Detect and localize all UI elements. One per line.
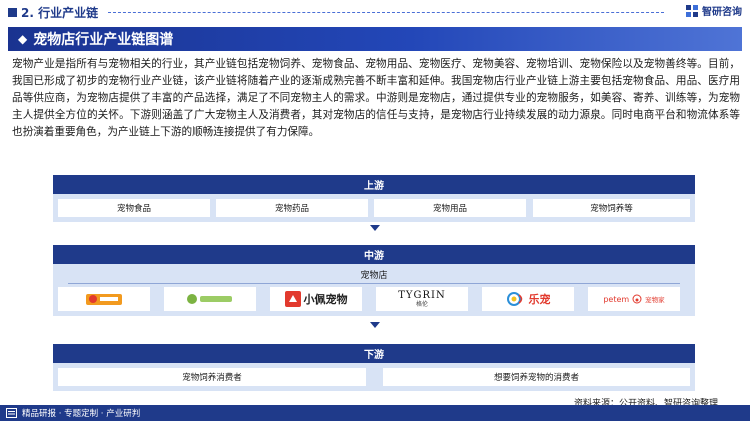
downstream-label: 下游 [364, 350, 384, 361]
petem-logo-subtext: 宠物家 [645, 296, 665, 304]
document-icon [6, 408, 17, 418]
lechong-logo-icon [506, 292, 522, 306]
upstream-item: 宠物饲养等 [533, 199, 690, 217]
square-bullet-icon [8, 8, 17, 17]
upstream-item: 宠物食品 [58, 199, 210, 217]
xiaopei-logo-text: 小佩宠物 [303, 293, 348, 306]
brand-mark-icon [686, 4, 698, 17]
top-header: 2. 行业产业链 智研咨询 [0, 0, 750, 26]
chongyisheng-logo-icon [86, 294, 122, 305]
header-divider [108, 12, 664, 13]
logo-chongyisheng [58, 287, 150, 311]
logo-ruipeng [164, 287, 256, 311]
store-label: 宠物店 [360, 271, 388, 281]
tygrin-logo-text: TYGRIN [398, 290, 446, 301]
intro-paragraph: 宠物产业是指所有与宠物相关的行业，其产业链包括宠物饲养、宠物食品、宠物用品、宠物… [12, 58, 740, 138]
logo-lechong: 乐宠 [482, 287, 574, 311]
petem-logo-text: petem [603, 294, 630, 304]
downstream-header: 下游 [53, 344, 695, 363]
ruipeng-logo-icon [187, 294, 232, 304]
xiaopei-logo-icon [284, 291, 301, 307]
down-arrow-icon [370, 322, 380, 328]
downstream-item: 想要饲养宠物的消费者 [383, 368, 690, 386]
midstream-label: 中游 [364, 251, 384, 262]
section-label-text: 2. 行业产业链 [21, 6, 99, 20]
logo-petem: petem 宠物家 [588, 287, 680, 311]
paw-icon [632, 294, 642, 304]
logo-xiaopei: 小佩宠物 [270, 287, 362, 311]
upstream-item: 宠物用品 [374, 199, 526, 217]
diamond-icon: ◆ [18, 32, 28, 46]
upstream-header: 上游 [53, 175, 695, 194]
brand-name: 智研咨询 [702, 7, 742, 18]
footer-bar: 精品研报 · 专题定制 · 产业研判 [0, 405, 750, 421]
down-arrow-icon [370, 225, 380, 231]
downstream-item: 宠物饲养消费者 [58, 368, 366, 386]
title-bar: ◆ 宠物店行业产业链图谱 [8, 27, 742, 51]
logo-tygrin: TYGRIN 格伦 [376, 287, 468, 311]
footer-text: 精品研报 · 专题定制 · 产业研判 [22, 409, 141, 419]
tygrin-logo-subtext: 格伦 [415, 301, 428, 308]
upstream-label: 上游 [364, 181, 384, 192]
lechong-logo-text: 乐宠 [528, 293, 551, 306]
store-divider [68, 283, 680, 284]
page-title: 宠物店行业产业链图谱 [33, 32, 174, 48]
section-label: 2. 行业产业链 [8, 4, 98, 21]
brand-logo: 智研咨询 [685, 3, 742, 18]
midstream-header: 中游 [53, 245, 695, 264]
upstream-item: 宠物药品 [216, 199, 368, 217]
